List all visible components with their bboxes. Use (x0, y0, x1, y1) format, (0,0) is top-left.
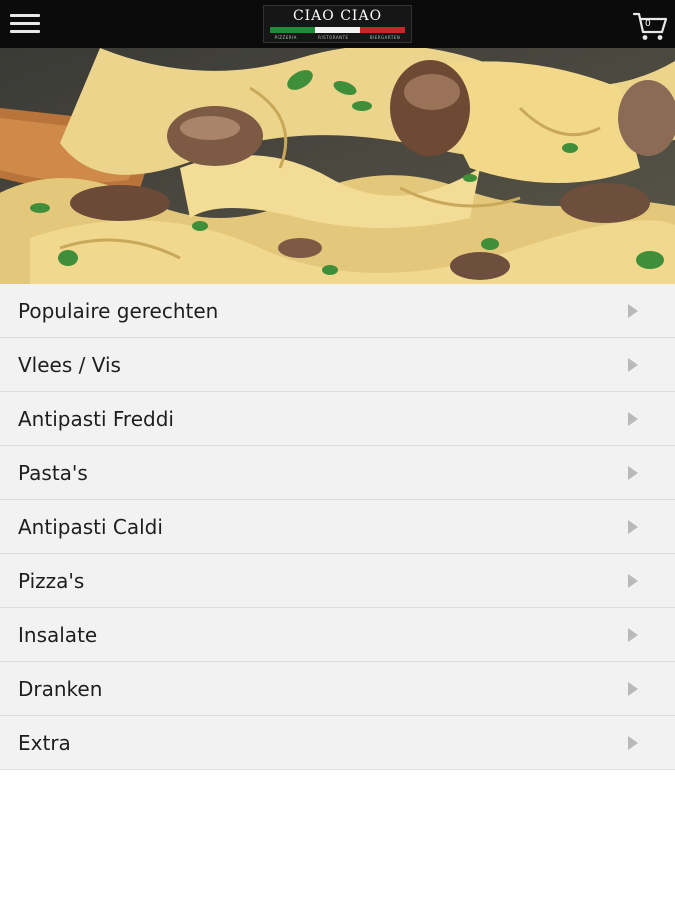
category-label: Insalate (18, 622, 98, 647)
chevron-right-icon (628, 735, 638, 750)
logo-sub-pizzeria: PIZZERIA (274, 35, 297, 40)
chevron-right-icon (628, 357, 638, 372)
chevron-right-icon (628, 573, 638, 588)
menu-line (10, 30, 40, 33)
category-label: Dranken (18, 676, 103, 701)
chevron-right-icon (628, 519, 638, 534)
shopping-cart-button[interactable]: 0 (632, 10, 668, 42)
category-label: Extra (18, 730, 71, 755)
category-antipasti-caldi[interactable]: Antipasti Caldi (0, 500, 675, 554)
category-populaire-gerechten[interactable]: Populaire gerechten (0, 284, 675, 338)
logo-sub-ristorante: RISTORANTE (318, 35, 349, 40)
category-list: Populaire gerechten Vlees / Vis Antipast… (0, 284, 675, 770)
hamburger-menu-icon[interactable] (10, 12, 40, 36)
chevron-right-icon (628, 411, 638, 426)
flag-green (270, 27, 315, 33)
restaurant-logo[interactable]: CIAO CIAO PIZZERIA RISTORANTE BIERGARTEN (263, 5, 412, 43)
cart-count: 0 (645, 19, 651, 29)
category-label: Pizza's (18, 568, 85, 593)
category-label: Vlees / Vis (18, 352, 121, 377)
hero-food-image (0, 45, 675, 284)
category-insalate[interactable]: Insalate (0, 608, 675, 662)
logo-name: CIAO CIAO (292, 8, 383, 24)
logo-subtitles: PIZZERIA RISTORANTE BIERGARTEN (264, 35, 411, 40)
category-label: Pasta's (18, 460, 88, 485)
menu-line (10, 14, 40, 17)
chevron-right-icon (628, 627, 638, 642)
category-pizzas[interactable]: Pizza's (0, 554, 675, 608)
logo-sub-biergarten: BIERGARTEN (369, 35, 401, 40)
chevron-right-icon (628, 465, 638, 480)
category-vlees-vis[interactable]: Vlees / Vis (0, 338, 675, 392)
category-pastas[interactable]: Pasta's (0, 446, 675, 500)
category-dranken[interactable]: Dranken (0, 662, 675, 716)
category-label: Antipasti Freddi (18, 406, 174, 431)
chevron-right-icon (628, 681, 638, 696)
category-label: Antipasti Caldi (18, 514, 163, 539)
category-antipasti-freddi[interactable]: Antipasti Freddi (0, 392, 675, 446)
italian-flag-stripe (270, 27, 405, 33)
menu-line (10, 22, 40, 25)
flag-white (315, 27, 360, 33)
chevron-right-icon (628, 303, 638, 318)
flag-red (360, 27, 405, 33)
category-label: Populaire gerechten (18, 298, 219, 323)
top-bar: CIAO CIAO PIZZERIA RISTORANTE BIERGARTEN… (0, 0, 675, 48)
category-extra[interactable]: Extra (0, 716, 675, 770)
